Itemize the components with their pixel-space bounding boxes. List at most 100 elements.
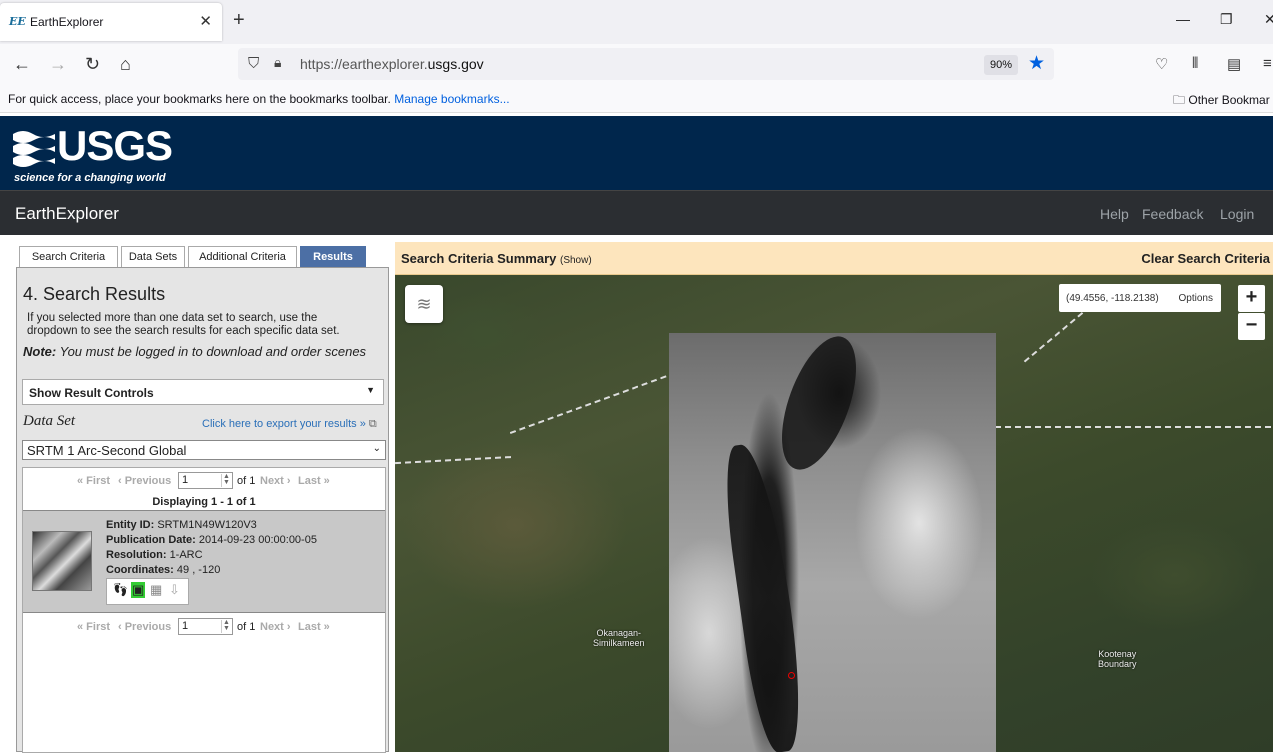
dem-overlay[interactable] (669, 326, 996, 752)
usgs-wordmark: USGS (57, 122, 173, 169)
pager-previous[interactable]: ‹ Previous (118, 621, 171, 633)
browser-tab[interactable]: EE EarthExplorer ✕ (0, 3, 222, 41)
zoom-level[interactable]: 90% (984, 55, 1018, 75)
pocket-icon[interactable]: ♡ (1155, 55, 1168, 73)
tab-results[interactable]: Results (300, 246, 366, 267)
usgs-wave-icon (13, 131, 55, 167)
other-bookmarks-label: Other Bookmar (1188, 93, 1270, 107)
dataset-select[interactable]: SRTM 1 Arc-Second Global ⌄ (22, 440, 386, 460)
bookmark-star-icon[interactable]: ★ (1028, 52, 1045, 75)
bookmarks-message: For quick access, place your bookmarks h… (8, 92, 510, 106)
layers-icon[interactable]: ≋ (405, 285, 443, 323)
place-label-okanagan: Okanagan- Similkameen (593, 628, 645, 648)
lock-icon[interactable]: 🔒︎ (274, 54, 281, 71)
favicon: EE (9, 15, 26, 28)
pager-previous[interactable]: ‹ Previous (118, 475, 171, 487)
publication-label: Publication Date: (106, 534, 196, 546)
home-icon[interactable]: ⌂ (120, 54, 131, 75)
url-text[interactable]: https://earthexplorer.usgs.gov (300, 56, 484, 72)
download-icon[interactable]: ⇩ (169, 582, 180, 598)
dem-valley (717, 441, 811, 752)
pager-next[interactable]: Next › (260, 475, 291, 487)
export-results-link[interactable]: Click here to export your results » ⧉ (202, 418, 377, 431)
pager-first[interactable]: « First (77, 475, 110, 487)
resolution-value: 1-ARC (169, 549, 203, 561)
nav-help[interactable]: Help (1100, 206, 1129, 222)
minimize-icon[interactable]: — (1176, 11, 1190, 27)
pager-bottom: « First ‹ Previous 1 ▲ ▼ of 1 Next › Last … (23, 614, 385, 636)
back-icon[interactable]: ← (13, 54, 31, 75)
show-result-controls-dropdown[interactable]: Show Result Controls ▼ (22, 379, 384, 405)
coordinates-label: Coordinates: (106, 564, 174, 576)
address-bar[interactable]: ⛉ 🔒︎ https://earthexplorer.usgs.gov 90% … (238, 48, 1054, 80)
browser-tab-bar: EE EarthExplorer ✕ + — ❐ ✕ (0, 0, 1273, 44)
app-title[interactable]: EarthExplorer (15, 204, 119, 224)
resolution-label: Resolution: (106, 549, 167, 561)
result-row[interactable]: Entity ID: SRTM1N49W120V3 Publication Da… (23, 510, 385, 613)
publication-value: 2014-09-23 00:00:00-05 (198, 534, 317, 546)
result-thumbnail[interactable] (32, 531, 92, 591)
note-text: You must be logged in to download and or… (59, 344, 367, 359)
manage-bookmarks-link[interactable]: Manage bookmarks... (394, 92, 509, 106)
close-tab-icon[interactable]: ✕ (199, 12, 212, 30)
displaying-count: Displaying 1 - 1 of 1 (152, 496, 256, 508)
usgs-tagline: science for a changing world (14, 172, 166, 184)
dem-lake (766, 326, 872, 480)
reload-icon[interactable]: ↻ (85, 54, 100, 75)
options-button[interactable]: Options (1179, 293, 1213, 304)
chevron-down-icon: ⌄ (372, 443, 381, 454)
metadata-icon[interactable]: ▦ (150, 582, 162, 598)
zoom-out-button[interactable]: − (1238, 313, 1265, 340)
entity-label: Entity ID: (106, 519, 155, 531)
folder-icon: 🗀 (1173, 93, 1186, 107)
results-panel: 4. Search Results If you selected more t… (16, 267, 389, 753)
pager-last[interactable]: Last » (298, 621, 330, 633)
clear-search-criteria[interactable]: Clear Search Criteria (1141, 251, 1270, 266)
summary-title[interactable]: Search Criteria Summary (Show) (401, 251, 592, 266)
new-tab-icon[interactable]: + (233, 9, 245, 32)
boundary-line (395, 455, 515, 465)
map-canvas[interactable]: Okanagan- Similkameen Kootenay Boundary … (395, 275, 1273, 752)
footprint-icon[interactable]: 👣︎ (112, 582, 129, 598)
nav-feedback[interactable]: Feedback (1142, 206, 1203, 222)
page-input[interactable]: 1 ▲ ▼ (178, 618, 233, 635)
tab-title: EarthExplorer (30, 15, 104, 29)
location-marker (788, 672, 795, 679)
other-bookmarks[interactable]: 🗀 Other Bookmar (1173, 91, 1270, 112)
tab-data-sets[interactable]: Data Sets (121, 246, 185, 267)
left-panel: Search Criteria Data Sets Additional Cri… (16, 242, 389, 753)
overlay-icon[interactable]: ▣ (131, 582, 146, 598)
pager-last[interactable]: Last » (298, 475, 330, 487)
window-close-icon[interactable]: ✕ (1264, 11, 1273, 28)
summary-show-link[interactable]: (Show) (560, 255, 592, 266)
menu-icon[interactable]: ≡ (1263, 55, 1272, 72)
forward-icon[interactable]: → (49, 54, 67, 75)
results-list: « First ‹ Previous 1 ▲ ▼ of 1 Next › Last … (22, 467, 386, 753)
tab-search-criteria[interactable]: Search Criteria (19, 246, 118, 267)
pager-of: of 1 (237, 475, 256, 487)
stepper-icon[interactable]: ▲ ▼ (221, 473, 231, 487)
results-info: If you selected more than one data set t… (27, 312, 340, 337)
tab-additional-criteria[interactable]: Additional Criteria (188, 246, 297, 267)
nav-login[interactable]: Login (1220, 206, 1254, 222)
stepper-icon[interactable]: ▲ ▼ (221, 619, 231, 633)
pager-next[interactable]: Next › (260, 621, 291, 633)
page-input[interactable]: 1 ▲ ▼ (178, 472, 233, 489)
pager-first[interactable]: « First (77, 621, 110, 633)
results-heading: 4. Search Results (23, 284, 166, 304)
entity-value: SRTM1N49W120V3 (157, 519, 257, 531)
pager-top: « First ‹ Previous 1 ▲ ▼ of 1 Next › Last … (23, 468, 385, 490)
search-criteria-summary: Search Criteria Summary (Show) Clear Sea… (395, 242, 1273, 275)
shield-icon[interactable]: ⛉ (248, 55, 259, 72)
zoom-in-button[interactable]: + (1238, 285, 1265, 312)
result-actions: 👣︎ ▣ ▦ ⇩ (106, 578, 189, 605)
cursor-coordinates: (49.4556, -118.2138) (1066, 293, 1159, 304)
note-label: Note: (23, 344, 57, 359)
library-icon[interactable]: ⫴ (1192, 55, 1198, 72)
restore-icon[interactable]: ❐ (1220, 11, 1233, 28)
pager-of: of 1 (237, 621, 256, 633)
sidebar-icon[interactable]: ▤ (1227, 55, 1241, 73)
map-area: Search Criteria Summary (Show) Clear Sea… (395, 242, 1273, 752)
boundary-line (509, 373, 671, 435)
usgs-header: USGS science for a changing world (0, 116, 1273, 190)
